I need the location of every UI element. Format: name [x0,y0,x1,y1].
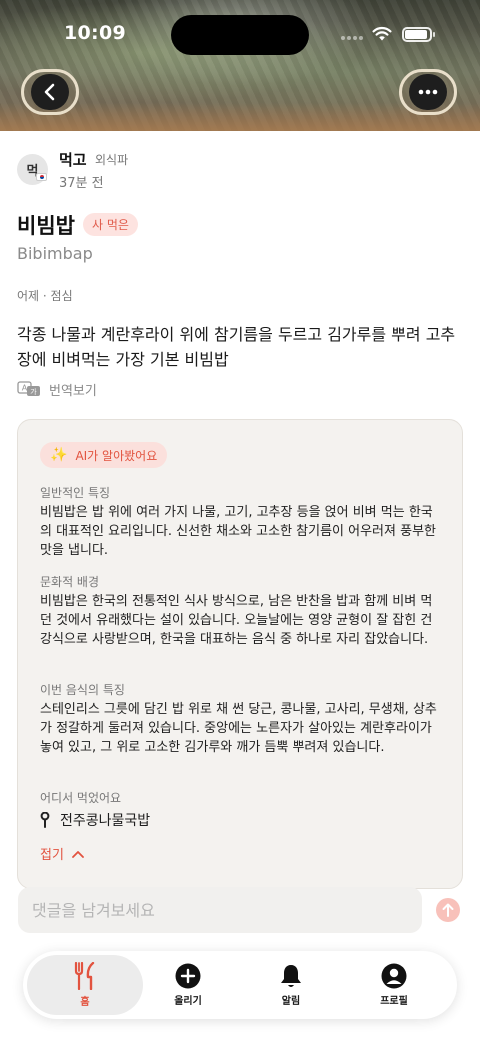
comment-field[interactable] [18,887,422,933]
svg-text:가: 가 [30,387,37,396]
plus-circle-icon [175,963,201,989]
wifi-icon [372,26,392,41]
tab-upload-label: 올리기 [174,996,202,1007]
sparkle-icon: ✨ [50,447,68,463]
purchase-badge: 사 먹은 [83,213,138,236]
dynamic-island [171,15,309,55]
place-row[interactable]: 전주콩나물국밥 [40,810,150,830]
tab-notifications[interactable]: 알림 [233,955,349,1015]
section-heading-place: 어디서 먹었어요 [40,791,122,805]
korea-flag-icon [36,173,47,181]
more-button-circle [409,74,447,110]
tab-profile[interactable]: 프로필 [336,955,452,1015]
ai-badge-label: AI가 알아봤어요 [75,448,158,463]
author-tag: 외식파 [95,153,129,167]
section-body-culture: 비빔밥은 한국의 전통적인 식사 방식으로, 남은 반찬을 밥과 함께 비벼 먹… [40,594,433,647]
tab-notifications-label: 알림 [281,996,301,1007]
pin-icon [40,812,50,828]
translate-label: 번역보기 [49,383,97,399]
status-bar: 10:09 [0,0,480,62]
dish-name: 비빔밥 [17,214,75,238]
cellular-signal-icon [341,36,365,42]
ai-badge: ✨ AI가 알아봤어요 [40,442,168,468]
fold-button[interactable]: 접기 [40,844,84,863]
bell-icon [281,965,301,987]
tab-home[interactable]: 홈 [27,955,143,1015]
place-name: 전주콩나물국밥 [60,813,151,829]
tab-profile-label: 프로필 [380,996,408,1007]
post-description: 각종 나물과 계란후라이 위에 참기름을 두르고 김가루를 뿌려 고추장에 비벼… [17,325,456,369]
section-body-this-dish: 스테인리스 그릇에 담긴 밥 위로 채 썬 당근, 콩나물, 고사리, 무생채,… [40,702,437,755]
more-dots-icon [418,89,438,95]
author-row[interactable]: 먹 먹고 외식파 37분 전 [17,151,463,191]
fork-knife-icon [74,962,95,990]
ai-info-card: ✨ AI가 알아봤어요 일반적인 특징 비빔밥은 밥 위에 여러 가지 나물, … [17,419,463,889]
section-heading-culture: 문화적 배경 [40,575,100,589]
tab-home-label: 홈 [80,997,90,1008]
person-icon [381,963,407,989]
translate-icon: A 가 [17,381,40,396]
meal-time: 어제 · 점심 [17,289,73,303]
section-heading-this-dish: 이번 음식의 특징 [40,683,125,697]
more-options-button[interactable] [399,69,457,115]
author-name[interactable]: 먹고 [59,149,87,170]
section-heading-general: 일반적인 특징 [40,486,111,500]
chevron-left-icon [44,83,55,101]
fold-label: 접기 [40,848,64,863]
tab-upload[interactable]: 올리기 [130,955,246,1015]
svg-text:A: A [22,384,28,393]
post-time: 37분 전 [59,176,104,191]
translate-button[interactable]: A 가 번역보기 [17,379,97,399]
arrow-up-icon [442,903,454,917]
bottom-tab-bar: 홈 올리기 알림 프로필 [23,951,457,1019]
chevron-up-icon [72,850,84,858]
section-body-general: 비빔밥은 밥 위에 여러 가지 나물, 고기, 고추장 등을 얹어 비벼 먹는 … [40,505,436,558]
dish-name-english: Bibimbap [17,244,93,263]
back-button[interactable] [21,69,79,115]
back-button-circle [31,74,69,110]
comment-input[interactable] [18,887,422,933]
battery-icon [402,27,435,42]
send-button[interactable] [436,898,460,922]
status-time: 10:09 [64,22,126,44]
